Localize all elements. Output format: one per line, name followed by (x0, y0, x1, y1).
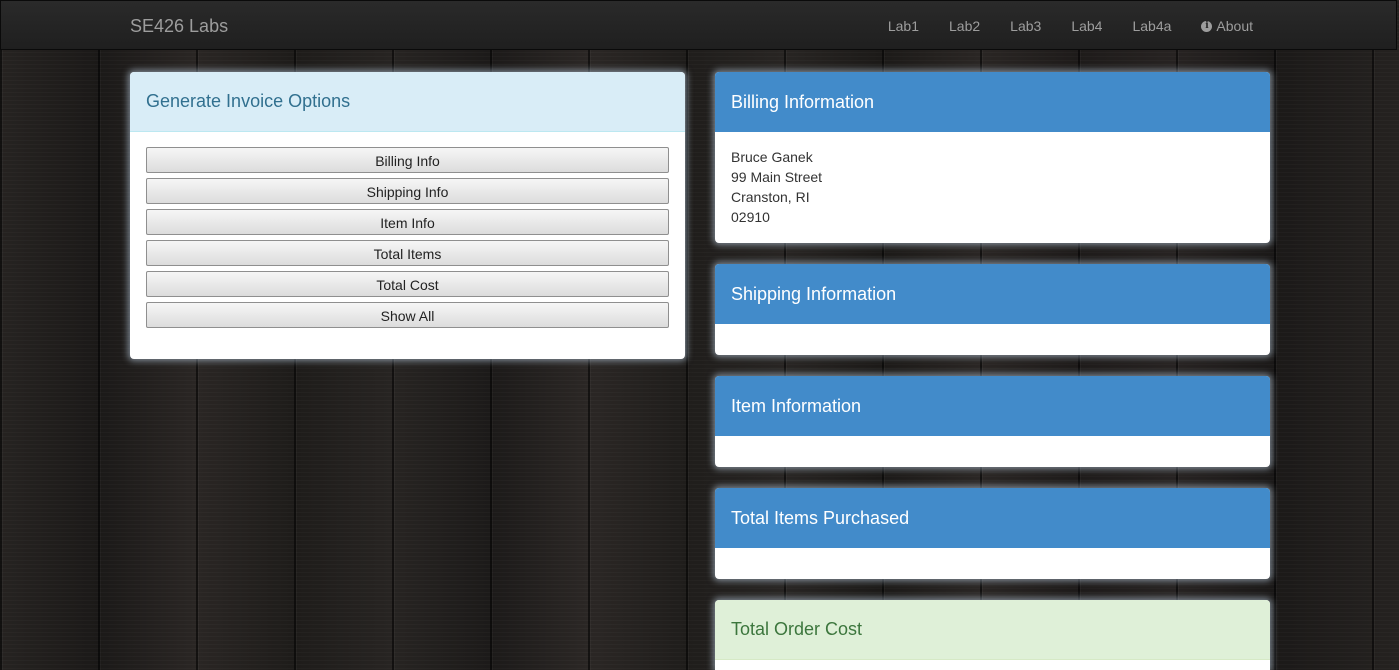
brand-link[interactable]: SE426 Labs (130, 16, 228, 37)
total-cost-button[interactable]: Total Cost (146, 271, 669, 297)
billing-body: Bruce Ganek 99 Main Street Cranston, RI … (715, 132, 1270, 242)
item-heading: Item Information (715, 376, 1270, 436)
billing-name: Bruce Ganek (731, 149, 813, 165)
nav-link-lab4a[interactable]: Lab4a (1117, 18, 1186, 34)
billing-zip: 02910 (731, 209, 770, 225)
total-items-panel: Total Items Purchased (715, 488, 1270, 579)
total-cost-panel: Total Order Cost (715, 600, 1270, 670)
nav-link-lab4[interactable]: Lab4 (1056, 18, 1117, 34)
total-items-button[interactable]: Total Items (146, 240, 669, 266)
nav-link-lab1[interactable]: Lab1 (873, 18, 934, 34)
show-all-button[interactable]: Show All (146, 302, 669, 328)
total-cost-heading: Total Order Cost (715, 600, 1270, 660)
invoice-options-body: Billing Info Shipping Info Item Info Tot… (130, 132, 685, 348)
nav-link-about[interactable]: i About (1186, 18, 1268, 34)
billing-street: 99 Main Street (731, 169, 823, 185)
shipping-heading: Shipping Information (715, 264, 1270, 324)
nav-links: Lab1 Lab2 Lab3 Lab4 Lab4a i About (873, 18, 1268, 34)
shipping-panel: Shipping Information (715, 264, 1270, 355)
info-circle-icon: i (1201, 20, 1213, 32)
item-info-button[interactable]: Item Info (146, 209, 669, 235)
nav-link-about-label: About (1216, 18, 1253, 34)
total-items-heading: Total Items Purchased (715, 488, 1270, 548)
item-panel: Item Information (715, 376, 1270, 467)
billing-panel: Billing Information Bruce Ganek 99 Main … (715, 72, 1270, 243)
nav-link-lab2[interactable]: Lab2 (934, 18, 995, 34)
shipping-info-button[interactable]: Shipping Info (146, 178, 669, 204)
billing-city-state: Cranston, RI (731, 189, 810, 205)
nav-link-lab3[interactable]: Lab3 (995, 18, 1056, 34)
billing-heading: Billing Information (715, 72, 1270, 132)
billing-info-button[interactable]: Billing Info (146, 147, 669, 173)
invoice-options-panel: Generate Invoice Options Billing Info Sh… (130, 72, 685, 359)
invoice-options-heading: Generate Invoice Options (130, 72, 685, 132)
top-navbar: SE426 Labs Lab1 Lab2 Lab3 Lab4 Lab4a i A… (0, 0, 1397, 50)
